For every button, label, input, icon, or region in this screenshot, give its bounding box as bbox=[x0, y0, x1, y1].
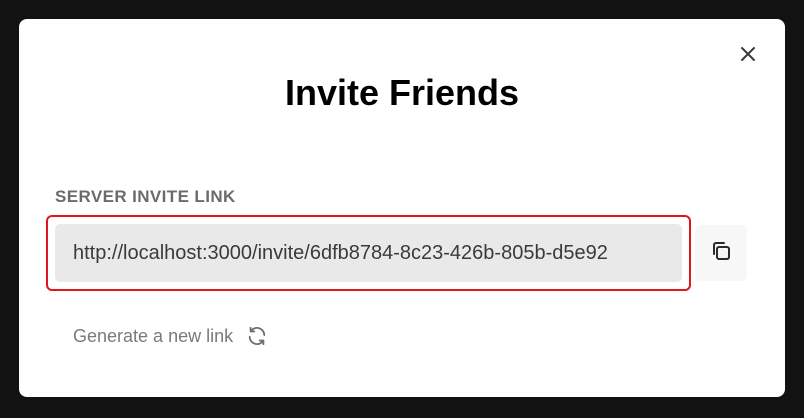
generate-new-link-button[interactable]: Generate a new link bbox=[73, 321, 269, 351]
invite-modal: Invite Friends SERVER INVITE LINK Genera… bbox=[19, 19, 785, 397]
invite-link-input[interactable] bbox=[55, 224, 682, 282]
copy-icon bbox=[710, 240, 732, 267]
invite-link-label: SERVER INVITE LINK bbox=[55, 187, 236, 206]
generate-new-link-label: Generate a new link bbox=[73, 326, 234, 346]
close-icon bbox=[740, 46, 756, 67]
copy-link-button[interactable] bbox=[695, 225, 747, 281]
modal-title: Invite Friends bbox=[284, 72, 520, 113]
refresh-icon bbox=[245, 324, 269, 348]
invite-link-field-highlight bbox=[46, 215, 691, 291]
close-button[interactable] bbox=[737, 45, 759, 67]
